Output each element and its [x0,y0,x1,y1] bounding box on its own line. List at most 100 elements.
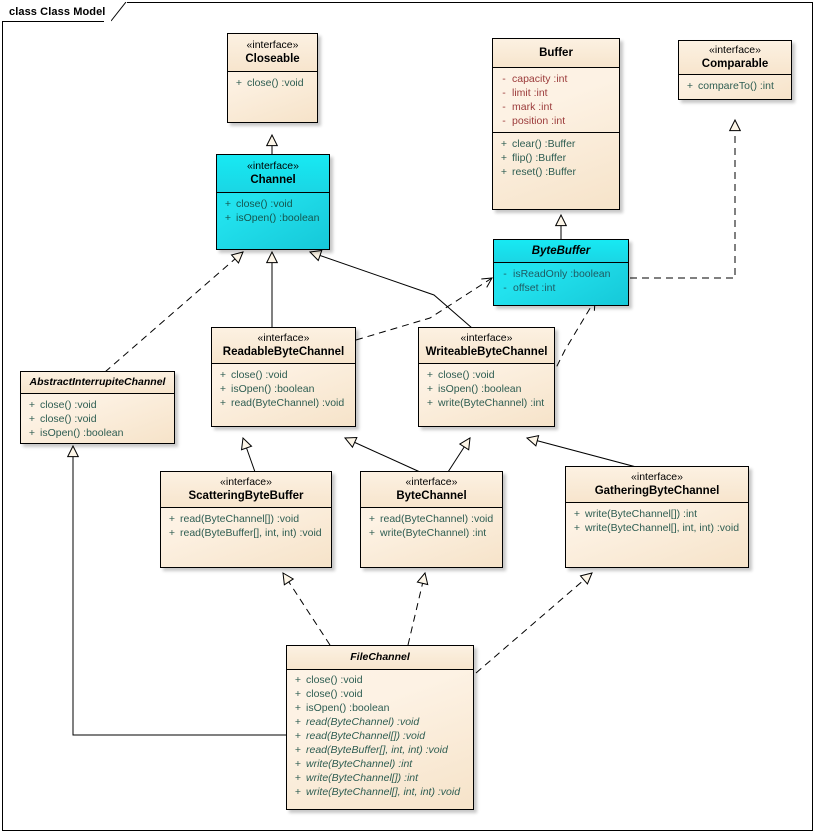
visibility-marker: + [294,743,302,756]
class-header-writeablebytechannel: «interface» WriteableByteChannel [419,328,554,364]
member-row: + reset() :Buffer [496,165,616,179]
member-row: + close() :void [215,368,352,382]
member-signature: isOpen() :boolean [231,382,315,395]
member-signature: clear() :Buffer [512,138,576,151]
attribute-row: - capacity :int [496,72,616,86]
member-row: + write(ByteChannel[]) :int [569,507,745,521]
diagram-tab-slant [111,1,127,22]
class-name-label: WriteableByteChannel [425,345,548,358]
class-header-filechannel: FileChannel [287,646,473,670]
attribute-row: - limit :int [496,86,616,100]
class-node-filechannel[interactable]: FileChannel + close() :void + close() :v… [286,645,474,810]
member-signature: isOpen() :boolean [306,701,390,714]
class-name-label: GatheringByteChannel [594,484,720,497]
attribute-signature: isReadOnly :boolean [513,268,611,281]
class-node-scatteringbytebuffer[interactable]: «interface» ScatteringByteBuffer + read(… [160,471,332,568]
class-name-label: Channel [250,173,296,186]
class-header-comparable: «interface» Comparable [679,41,791,75]
class-node-closeable[interactable]: «interface» Closeable + close() :void [227,33,318,123]
class-node-readablebytechannel[interactable]: «interface» ReadableByteChannel + close(… [211,327,356,427]
class-header-abstractinterrupitechannel: AbstractInterrupiteChannel [21,372,174,394]
visibility-marker: + [219,368,227,381]
class-header-readablebytechannel: «interface» ReadableByteChannel [212,328,355,364]
member-row: + isOpen() :boolean [24,426,171,440]
class-node-channel[interactable]: «interface» Channel + close() :void + is… [216,154,330,250]
visibility-marker: + [573,521,581,534]
attribute-signature: capacity :int [512,73,568,86]
member-signature: close() :void [247,76,304,89]
member-row: + close() :void [290,673,470,687]
diagram-tab[interactable]: class Class Model [2,1,128,22]
member-signature: write(ByteChannel) :int [438,396,545,409]
member-row: + write(ByteChannel[], int, int) :void [290,785,470,799]
member-row: + write(ByteChannel) :int [422,396,551,410]
member-signature: isOpen() :boolean [40,426,124,439]
visibility-marker: + [294,701,302,714]
class-node-comparable[interactable]: «interface» Comparable + compareTo() :in… [678,40,792,100]
member-signature: reset() :Buffer [512,166,576,179]
class-node-gatheringbytechannel[interactable]: «interface» GatheringByteChannel + write… [565,466,749,568]
class-node-buffer[interactable]: Buffer - capacity :int - limit :int - ma… [492,38,620,210]
class-members-abstractinterrupitechannel: + close() :void + close() :void + isOpen… [21,394,174,444]
visibility-marker: - [502,115,506,128]
class-node-bytebuffer[interactable]: ByteBuffer - isReadOnly :boolean - offse… [493,239,629,306]
member-row: + close() :void [24,398,171,412]
member-signature: close() :void [236,197,293,210]
member-signature: close() :void [231,368,288,381]
member-signature: close() :void [306,687,363,700]
visibility-marker: + [168,512,176,525]
member-row: + compareTo() :int [682,79,788,93]
member-signature: read(ByteChannel) :void [306,715,420,728]
stereotype-label: «interface» [257,332,310,344]
stereotype-label: «interface» [220,476,272,488]
visibility-marker: + [500,152,508,165]
member-row: + flip() :Buffer [496,151,616,165]
visibility-marker: + [168,526,176,539]
visibility-marker: - [502,87,506,100]
class-name-label: AbstractInterrupiteChannel [29,376,166,388]
visibility-marker: + [224,197,232,210]
member-signature: read(ByteChannel[]) :void [180,512,300,525]
diagram-tab-label: class Class Model [2,2,112,21]
class-header-scatteringbytebuffer: «interface» ScatteringByteBuffer [161,472,331,508]
visibility-marker: + [28,412,36,425]
member-signature: read(ByteChannel) :void [380,512,494,525]
class-members-buffer: + clear() :Buffer + flip() :Buffer + res… [493,133,619,183]
visibility-marker: + [368,526,376,539]
member-signature: flip() :Buffer [512,152,567,165]
class-header-gatheringbytechannel: «interface» GatheringByteChannel [566,467,748,503]
visibility-marker: + [219,396,227,409]
class-members-gatheringbytechannel: + write(ByteChannel[]) :int + write(Byte… [566,503,748,539]
attribute-signature: position :int [512,115,566,128]
class-node-bytechannel[interactable]: «interface» ByteChannel + read(ByteChann… [360,471,503,568]
stereotype-label: «interface» [631,471,683,483]
member-signature: close() :void [40,412,97,425]
member-row: + read(ByteChannel[]) :void [290,729,470,743]
visibility-marker: + [573,507,581,520]
stereotype-label: «interface» [246,39,299,51]
class-node-writeablebytechannel[interactable]: «interface» WriteableByteChannel + close… [418,327,555,427]
class-name-label: FileChannel [350,651,410,663]
member-row: + isOpen() :boolean [215,382,352,396]
class-name-label: Buffer [539,47,573,59]
member-row: + write(ByteChannel) :int [364,526,499,540]
member-row: + write(ByteChannel[]) :int [290,771,470,785]
visibility-marker: - [503,268,507,281]
member-row: + read(ByteChannel) :void [215,396,352,410]
class-members-channel: + close() :void + isOpen() :boolean [217,193,329,229]
class-members-bytechannel: + read(ByteChannel) :void + write(ByteCh… [361,508,502,544]
class-name-label: ByteBuffer [531,245,591,257]
member-signature: write(ByteChannel[], int, int) :void [306,785,461,798]
attribute-row: - offset :int [497,281,625,295]
visibility-marker: + [686,79,694,92]
attribute-signature: limit :int [512,87,548,100]
class-header-buffer: Buffer [493,39,619,69]
visibility-marker: + [368,512,376,525]
member-signature: isOpen() :boolean [438,382,522,395]
visibility-marker: + [219,382,227,395]
class-node-abstractinterrupitechannel[interactable]: AbstractInterrupiteChannel + close() :vo… [20,371,175,444]
visibility-marker: + [294,785,302,798]
member-signature: write(ByteChannel) :int [306,757,413,770]
member-signature: compareTo() :int [698,79,774,92]
visibility-marker: + [28,426,36,439]
